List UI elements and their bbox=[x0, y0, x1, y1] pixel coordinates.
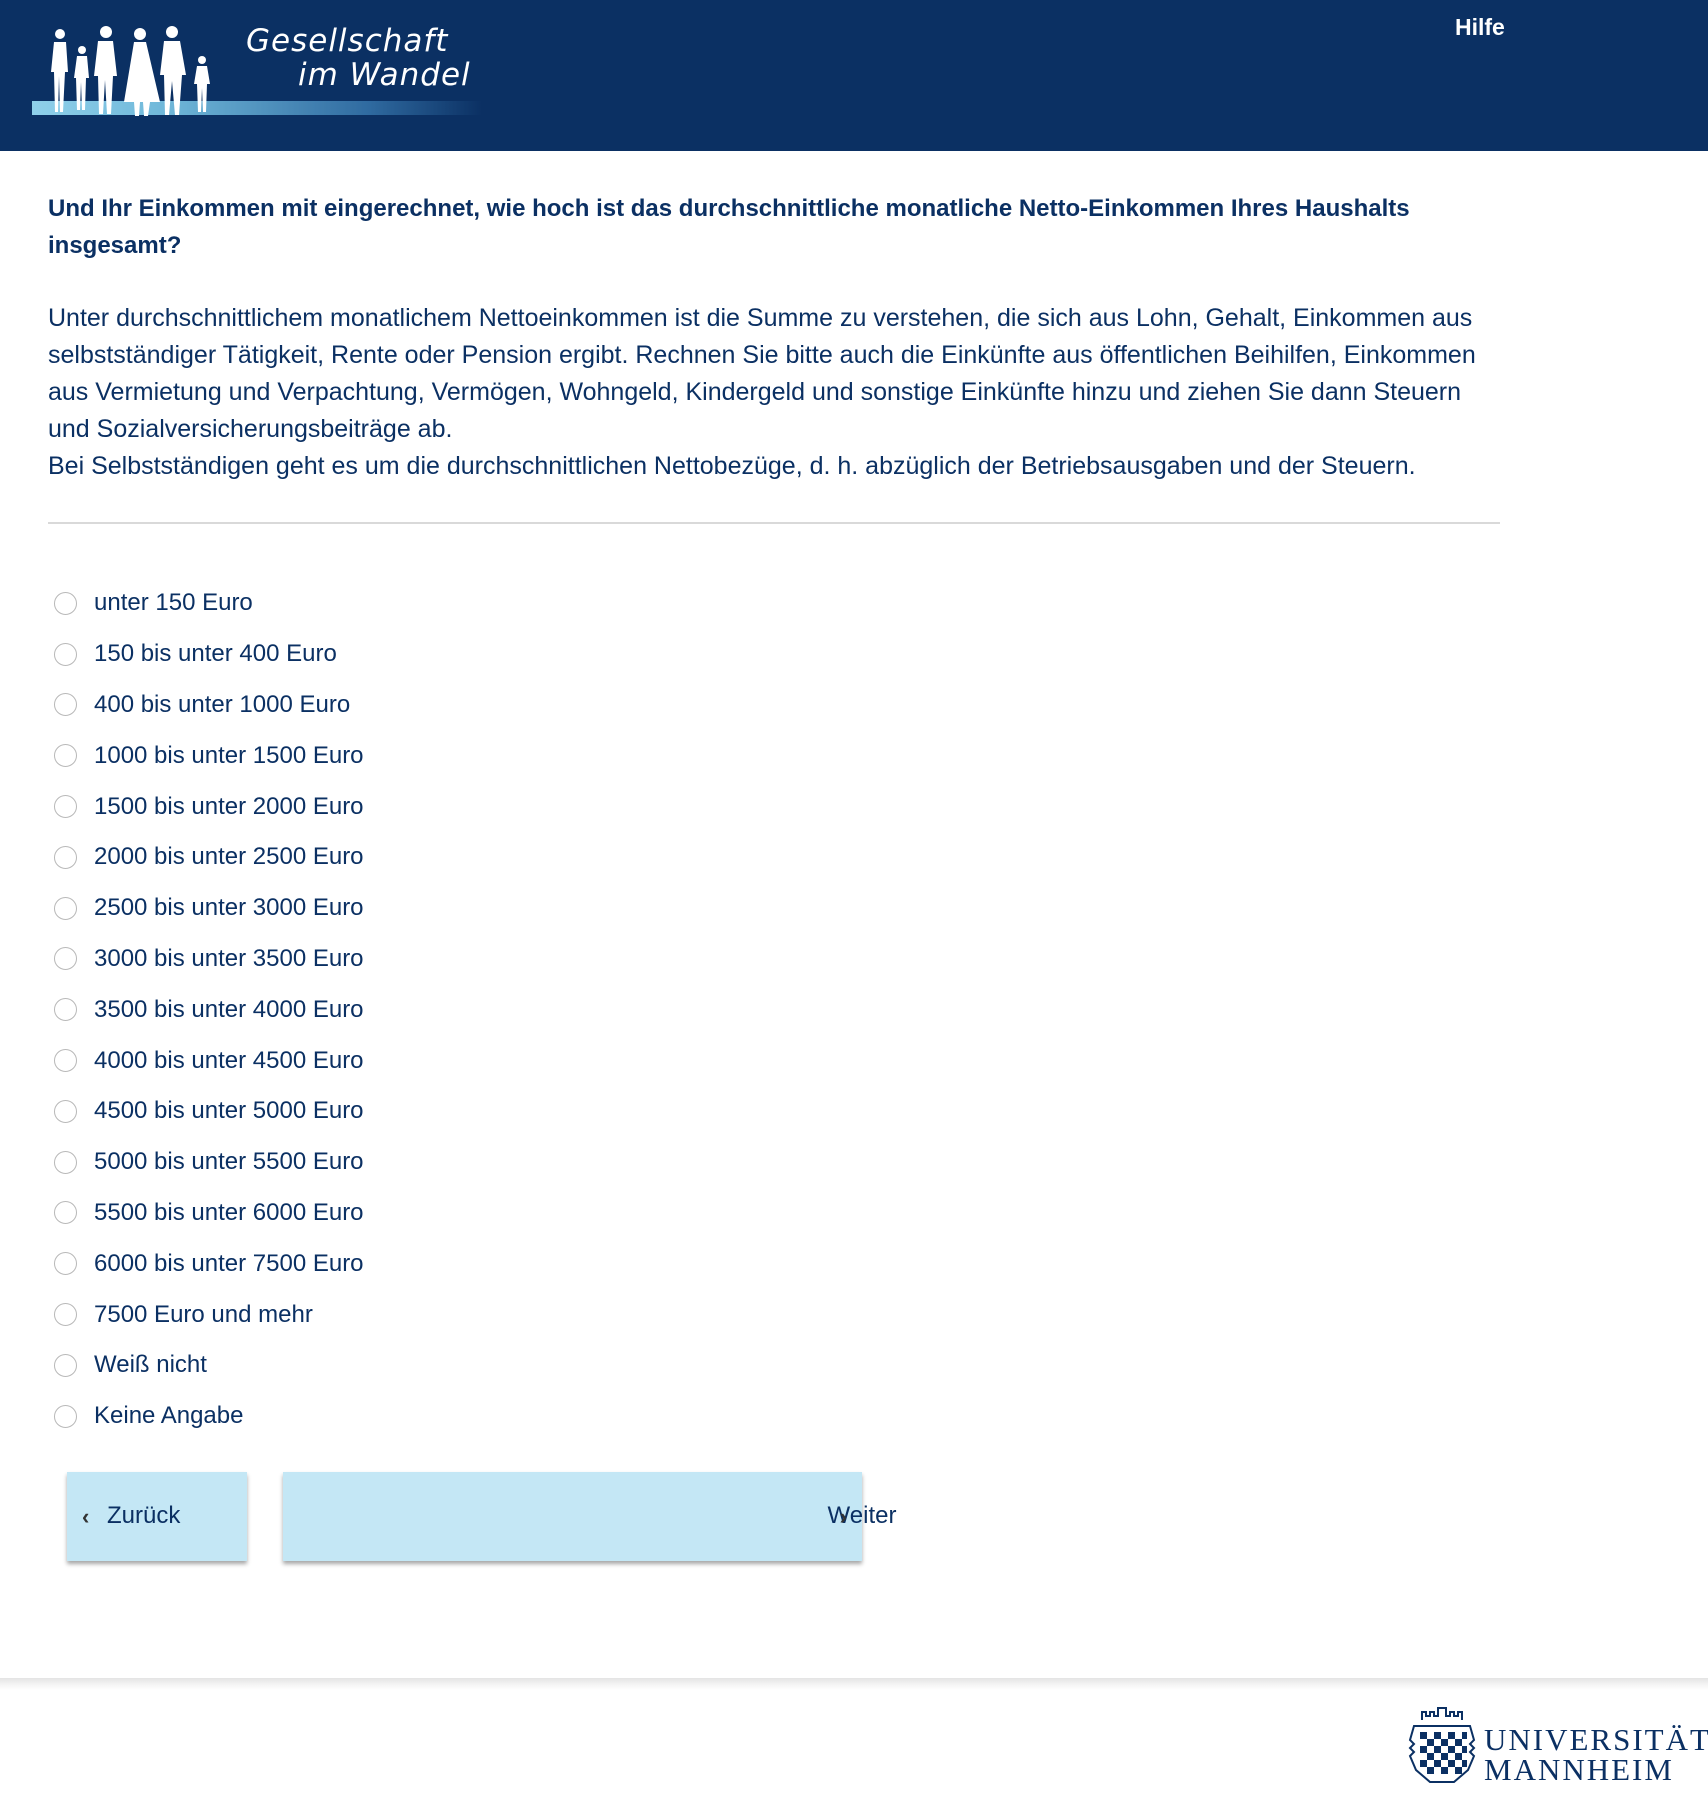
income-option[interactable]: 5000 bis unter 5500 Euro bbox=[54, 1137, 364, 1188]
radio-button[interactable] bbox=[54, 693, 77, 717]
income-option[interactable]: 3500 bis unter 4000 Euro bbox=[54, 984, 364, 1035]
option-label: 5500 bis unter 6000 Euro bbox=[94, 1198, 364, 1226]
option-label: 2500 bis unter 3000 Euro bbox=[94, 894, 364, 922]
option-label: 6000 bis unter 7500 Euro bbox=[94, 1249, 364, 1277]
logo-line-1: Gesellschaft bbox=[246, 23, 449, 59]
option-label: unter 150 Euro bbox=[94, 589, 253, 617]
logo-wordmark: Gesellschaft im Wandel bbox=[246, 24, 471, 92]
option-label: 2000 bis unter 2500 Euro bbox=[94, 843, 364, 871]
radio-button[interactable] bbox=[54, 591, 77, 615]
radio-button[interactable] bbox=[54, 1049, 77, 1073]
option-label: 3000 bis unter 3500 Euro bbox=[94, 944, 364, 972]
help-link[interactable]: Hilfe bbox=[1455, 14, 1505, 41]
footer-divider bbox=[0, 1678, 1708, 1690]
radio-button[interactable] bbox=[54, 642, 77, 666]
income-option[interactable]: 4500 bis unter 5000 Euro bbox=[54, 1086, 364, 1137]
gesellschaft-im-wandel-logo[interactable]: Gesellschaft im Wandel bbox=[28, 18, 483, 122]
university-line-2: MANNHEIM bbox=[1484, 1752, 1674, 1787]
radio-button[interactable] bbox=[54, 795, 77, 819]
chevron-left-icon: ‹ bbox=[82, 1504, 90, 1529]
chevron-right-icon: › bbox=[839, 1504, 847, 1529]
income-option[interactable]: 150 bis unter 400 Euro bbox=[54, 629, 364, 680]
income-options-list: unter 150 Euro 150 bis unter 400 Euro 400 … bbox=[54, 578, 364, 1442]
radio-button[interactable] bbox=[54, 1201, 77, 1225]
radio-button[interactable] bbox=[54, 1404, 77, 1428]
option-label: 4500 bis unter 5000 Euro bbox=[94, 1097, 364, 1125]
option-label: Weiß nicht bbox=[94, 1351, 207, 1379]
option-label: 150 bis unter 400 Euro bbox=[94, 640, 337, 668]
income-option[interactable]: 400 bis unter 1000 Euro bbox=[54, 680, 364, 731]
universitaet-mannheim-logo[interactable]: UNIVERSITÄT MANNHEIM bbox=[1404, 1703, 1708, 1797]
income-option[interactable]: unter 150 Euro bbox=[54, 578, 364, 629]
option-label: Keine Angabe bbox=[94, 1402, 244, 1430]
question-explanation: Unter durchschnittlichem monatlichem Net… bbox=[48, 300, 1500, 485]
university-line-1: UNIVERSITÄT bbox=[1484, 1722, 1708, 1757]
income-option[interactable]: 2500 bis unter 3000 Euro bbox=[54, 883, 364, 934]
option-label: 400 bis unter 1000 Euro bbox=[94, 690, 351, 718]
radio-button[interactable] bbox=[54, 845, 77, 869]
income-option[interactable]: Weiß nicht bbox=[54, 1340, 364, 1391]
radio-button[interactable] bbox=[54, 998, 77, 1022]
family-silhouettes-icon bbox=[51, 26, 210, 116]
radio-button[interactable] bbox=[54, 1303, 77, 1327]
radio-button[interactable] bbox=[54, 1150, 77, 1174]
income-option[interactable]: 5500 bis unter 6000 Euro bbox=[54, 1188, 364, 1239]
income-option[interactable]: Keine Angabe bbox=[54, 1391, 364, 1442]
back-button-label: Zurück bbox=[107, 1502, 181, 1529]
radio-button[interactable] bbox=[54, 1099, 77, 1123]
income-option[interactable]: 3000 bis unter 3500 Euro bbox=[54, 934, 364, 985]
option-label: 3500 bis unter 4000 Euro bbox=[94, 995, 364, 1023]
next-button-label: Weiter bbox=[827, 1502, 897, 1529]
income-option[interactable]: 6000 bis unter 7500 Euro bbox=[54, 1238, 364, 1289]
income-option[interactable]: 2000 bis unter 2500 Euro bbox=[54, 832, 364, 883]
income-option[interactable]: 1500 bis unter 2000 Euro bbox=[54, 781, 364, 832]
explanation-paragraph-2: Bei Selbstständigen geht es um die durch… bbox=[48, 452, 1416, 480]
divider bbox=[48, 522, 1500, 524]
university-crest-icon bbox=[1408, 1707, 1476, 1783]
explanation-paragraph-1: Unter durchschnittlichem monatlichem Net… bbox=[48, 304, 1476, 443]
income-option[interactable]: 1000 bis unter 1500 Euro bbox=[54, 730, 364, 781]
option-label: 7500 Euro und mehr bbox=[94, 1300, 313, 1328]
logo-line-2: im Wandel bbox=[298, 57, 471, 93]
option-label: 5000 bis unter 5500 Euro bbox=[94, 1148, 364, 1176]
question-title: Und Ihr Einkommen mit eingerechnet, wie … bbox=[48, 195, 1410, 259]
radio-button[interactable] bbox=[54, 1252, 77, 1276]
radio-button[interactable] bbox=[54, 744, 77, 768]
next-button[interactable]: Weiter › bbox=[283, 1472, 896, 1561]
income-option[interactable]: 7500 Euro und mehr bbox=[54, 1289, 364, 1340]
option-label: 1000 bis unter 1500 Euro bbox=[94, 741, 364, 769]
radio-button[interactable] bbox=[54, 896, 77, 920]
radio-button[interactable] bbox=[54, 1353, 77, 1377]
back-button[interactable]: ‹ Zurück bbox=[67, 1472, 247, 1561]
radio-button[interactable] bbox=[54, 947, 77, 971]
option-label: 1500 bis unter 2000 Euro bbox=[94, 792, 364, 820]
question-block: Und Ihr Einkommen mit eingerechnet, wie … bbox=[48, 190, 1500, 485]
option-label: 4000 bis unter 4500 Euro bbox=[94, 1046, 364, 1074]
university-wordmark: UNIVERSITÄT MANNHEIM bbox=[1484, 1722, 1708, 1787]
income-option[interactable]: 4000 bis unter 4500 Euro bbox=[54, 1035, 364, 1086]
header: Gesellschaft im Wandel Hilfe bbox=[0, 0, 1708, 151]
